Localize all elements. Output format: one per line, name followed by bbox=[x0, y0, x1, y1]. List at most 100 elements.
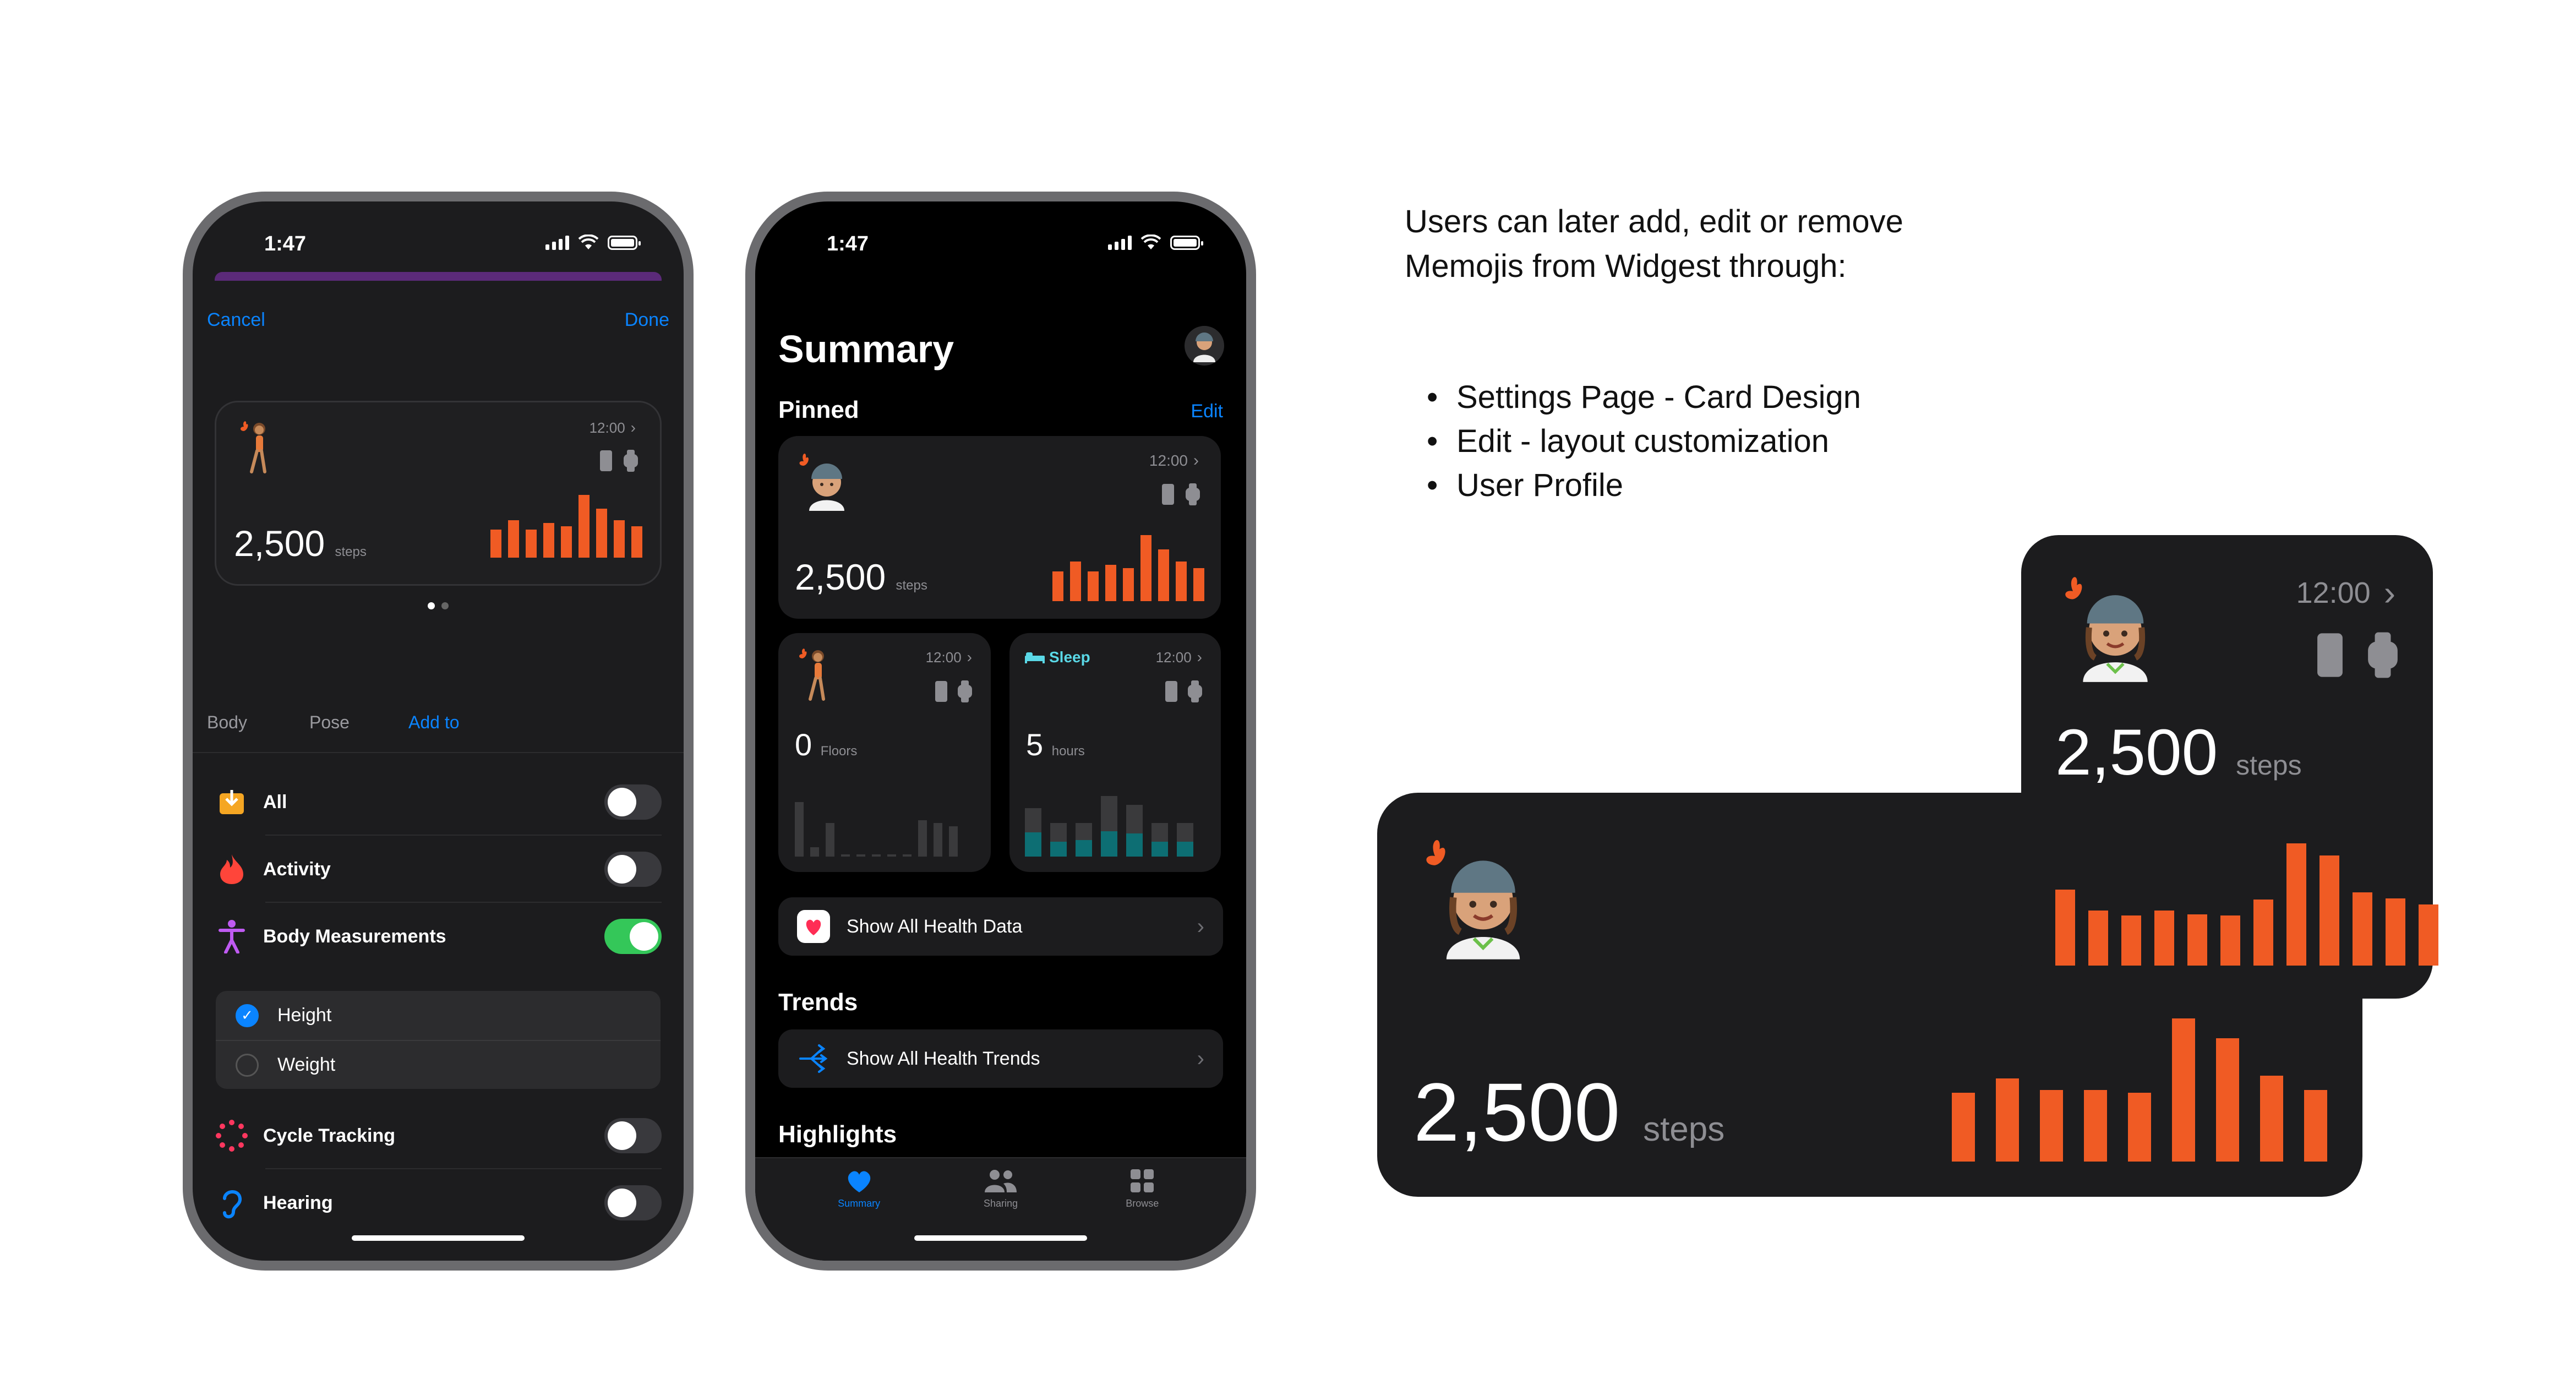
tab-browse[interactable]: Browse bbox=[1101, 1168, 1183, 1261]
memoji-walking-icon bbox=[241, 421, 266, 473]
steps-bar-chart bbox=[1052, 535, 1204, 601]
chart-bar bbox=[826, 823, 834, 857]
chart-bar bbox=[1126, 805, 1143, 857]
memoji-icon bbox=[1426, 840, 1520, 960]
sheet-grabber bbox=[215, 272, 662, 281]
segment-add-to[interactable]: Add to bbox=[408, 712, 460, 733]
all-toggle[interactable] bbox=[604, 784, 662, 820]
chart-bar bbox=[795, 802, 804, 857]
cancel-button[interactable]: Cancel bbox=[207, 309, 265, 331]
activity-toggle[interactable] bbox=[604, 852, 662, 887]
chart-bar-deep-segment bbox=[1076, 840, 1092, 857]
chart-bar bbox=[1193, 568, 1204, 601]
heart-icon bbox=[848, 1171, 870, 1192]
memoji-icon bbox=[2065, 577, 2148, 682]
chart-bar bbox=[856, 854, 865, 857]
watch-device-icon bbox=[1186, 483, 1200, 505]
option-weight[interactable]: Weight bbox=[216, 1040, 661, 1089]
tab-sharing[interactable]: Sharing bbox=[959, 1168, 1042, 1261]
profile-avatar[interactable] bbox=[1185, 326, 1224, 366]
row-label: Cycle Tracking bbox=[263, 1125, 396, 1146]
chart-bar bbox=[631, 526, 642, 558]
done-button[interactable]: Done bbox=[625, 309, 669, 331]
widget-time: 12:00 bbox=[925, 648, 962, 666]
body-measurements-toggle[interactable] bbox=[604, 919, 662, 954]
chart-bar bbox=[872, 854, 881, 857]
chart-bar bbox=[1076, 823, 1092, 857]
chart-bar bbox=[614, 520, 625, 558]
chart-bar bbox=[2154, 911, 2174, 966]
show-all-health-trends-row[interactable]: Show All Health Trends › bbox=[778, 1029, 1223, 1088]
chart-bar bbox=[2320, 855, 2339, 966]
chart-bar-deep-segment bbox=[1101, 831, 1117, 857]
highlights-heading: Highlights bbox=[778, 1121, 897, 1148]
status-bar: 1:47 bbox=[193, 201, 684, 268]
chart-bar bbox=[2216, 1038, 2239, 1162]
chart-bar bbox=[2172, 1018, 2195, 1162]
list-item: User Profile bbox=[1427, 464, 1861, 508]
steps-value: 2,500 bbox=[795, 557, 886, 597]
status-bar: 1:47 bbox=[755, 201, 1246, 268]
floors-value: 0 bbox=[795, 727, 812, 762]
chart-bar bbox=[1140, 535, 1151, 601]
row-hearing[interactable]: Hearing bbox=[215, 1169, 662, 1236]
tab-summary[interactable]: Summary bbox=[818, 1168, 900, 1261]
signal-icon bbox=[1108, 236, 1132, 250]
chart-bar bbox=[810, 847, 819, 857]
chart-bar bbox=[2253, 900, 2273, 966]
edit-button[interactable]: Edit bbox=[1191, 401, 1223, 422]
widget-time: 12:00 bbox=[589, 419, 625, 436]
chart-bar bbox=[2121, 915, 2141, 966]
widget-time: 12:00 bbox=[1149, 452, 1188, 469]
pinned-heading: Pinned bbox=[778, 396, 859, 423]
pinned-floors-card[interactable]: 12:00 › 0 Floors bbox=[778, 633, 991, 872]
chevron-right-icon: › bbox=[1197, 1046, 1204, 1071]
chart-bar bbox=[2055, 890, 2075, 966]
chart-bar bbox=[1952, 1093, 1975, 1162]
settings-screen: 1:47 Cancel Done 12:00 › 2,500 steps Bod… bbox=[193, 201, 684, 1261]
pinned-sleep-card[interactable]: Sleep 12:00 › 5 hours bbox=[1009, 633, 1221, 872]
chart-bar bbox=[2084, 1090, 2107, 1162]
phone-device-icon bbox=[2317, 633, 2343, 677]
row-label: Show All Health Data bbox=[847, 915, 1023, 937]
chevron-right-icon: › bbox=[2383, 573, 2395, 613]
person-figure-icon bbox=[215, 919, 249, 953]
body-measurements-options: ✓ Height Weight bbox=[216, 991, 661, 1089]
option-height[interactable]: ✓ Height bbox=[216, 991, 661, 1040]
row-activity[interactable]: Activity bbox=[215, 836, 662, 903]
status-time: 1:47 bbox=[264, 232, 307, 255]
hearing-toggle[interactable] bbox=[604, 1185, 662, 1220]
chart-bar bbox=[1176, 562, 1187, 601]
watch-device-icon bbox=[1188, 680, 1202, 702]
chart-bar bbox=[2286, 843, 2306, 966]
row-label: Body Measurements bbox=[263, 925, 446, 947]
segment-body[interactable]: Body bbox=[207, 712, 247, 733]
phone-device-icon bbox=[600, 450, 612, 471]
show-all-health-data-row[interactable]: Show All Health Data › bbox=[778, 897, 1223, 956]
sleep-unit: hours bbox=[1051, 744, 1085, 759]
pinned-steps-card[interactable]: 12:00 › 2,500 steps bbox=[778, 436, 1221, 619]
sleep-tag: Sleep bbox=[1049, 648, 1090, 666]
tab-bar: Summary Sharing Browse bbox=[755, 1157, 1246, 1261]
widget-square-large[interactable]: 12:00 › 2,500 steps bbox=[2026, 539, 2438, 994]
row-body-measurements[interactable]: Body Measurements bbox=[215, 903, 662, 970]
wide-steps-unit: steps bbox=[1643, 1110, 1725, 1148]
chevron-right-icon: › bbox=[630, 419, 636, 436]
description-text: Users can later add, edit or remove Memo… bbox=[1405, 204, 1903, 284]
chart-bar bbox=[2220, 915, 2240, 966]
cycle-dots-icon bbox=[215, 1119, 249, 1153]
memoji-icon bbox=[799, 454, 844, 511]
row-cycle-tracking[interactable]: Cycle Tracking bbox=[215, 1102, 662, 1169]
segment-pose[interactable]: Pose bbox=[309, 712, 350, 733]
row-all[interactable]: All bbox=[215, 768, 662, 836]
cycle-tracking-toggle[interactable] bbox=[604, 1118, 662, 1153]
chart-bar-deep-segment bbox=[1177, 842, 1193, 857]
checkmark-icon: ✓ bbox=[236, 1004, 259, 1027]
widget-preview-card[interactable]: 12:00 › 2,500 steps bbox=[215, 401, 662, 586]
widget-time: 12:00 bbox=[1155, 648, 1192, 666]
page-indicator[interactable] bbox=[193, 602, 684, 609]
memoji-walking-icon bbox=[799, 648, 825, 701]
trends-arrows-icon bbox=[799, 1044, 828, 1073]
health-heart-icon bbox=[797, 910, 830, 943]
phone-settings: 1:47 Cancel Done 12:00 › 2,500 steps Bod… bbox=[183, 192, 694, 1271]
